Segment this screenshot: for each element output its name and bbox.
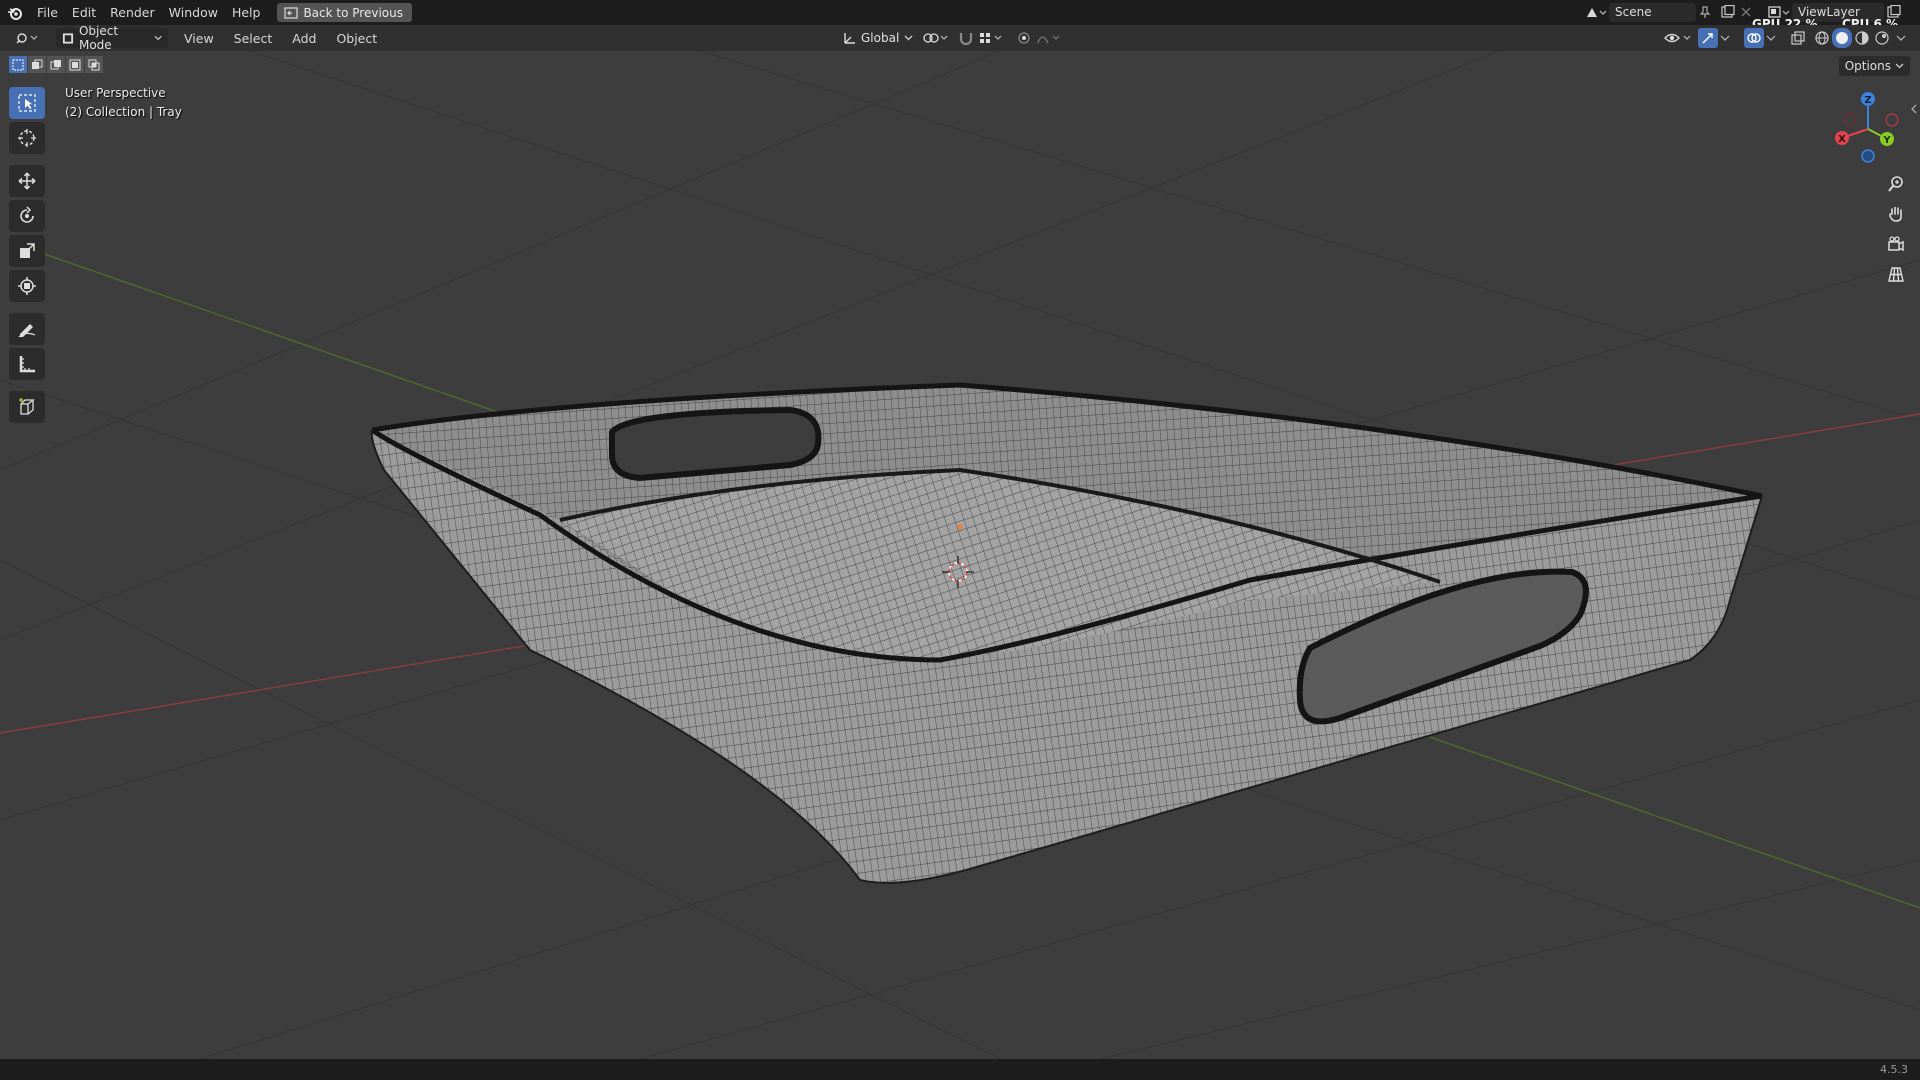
cursor-tool[interactable] xyxy=(9,122,45,154)
transform-orientation-label: Global xyxy=(861,31,900,45)
gizmo-x-label: X xyxy=(1838,134,1846,145)
menu-file[interactable]: File xyxy=(30,0,65,25)
3d-viewport[interactable]: User Perspective (2) Collection | Tray O… xyxy=(0,51,1920,1059)
object-mode-icon xyxy=(62,32,74,44)
header-menu-add[interactable]: Add xyxy=(282,31,326,46)
scale-tool[interactable] xyxy=(9,235,45,267)
select-box-icon xyxy=(18,94,36,112)
orientation-axes-icon xyxy=(844,33,855,44)
ruler-icon xyxy=(19,356,35,373)
status-bar: 4.5.3 xyxy=(0,1059,1920,1080)
menu-render[interactable]: Render xyxy=(103,0,162,25)
pin-scene-icon[interactable] xyxy=(1696,2,1714,22)
rotate-tool[interactable] xyxy=(9,200,45,232)
cursor-icon xyxy=(18,129,36,147)
camera-icon xyxy=(1888,236,1904,252)
collection-info-label: (2) Collection | Tray xyxy=(65,105,182,119)
snap-toggle-icon[interactable] xyxy=(956,28,976,48)
transform-icon xyxy=(18,277,36,295)
viewport-header: Object Mode View Select Add Object Globa… xyxy=(0,24,1920,52)
tool-shelf xyxy=(9,87,47,426)
select-new-icon[interactable] xyxy=(9,56,27,73)
select-box-tool[interactable] xyxy=(9,87,45,119)
measure-tool[interactable] xyxy=(9,348,45,380)
chevron-down-icon xyxy=(1895,63,1904,69)
camera-view-button[interactable] xyxy=(1880,230,1912,258)
add-cube-tool[interactable] xyxy=(9,391,45,423)
select-invert-icon[interactable] xyxy=(66,56,84,73)
falloff-curve-icon[interactable] xyxy=(1034,28,1066,48)
rendered-shading-icon[interactable] xyxy=(1872,28,1892,48)
menu-window[interactable]: Window xyxy=(162,0,225,25)
annotate-tool[interactable] xyxy=(9,313,45,345)
mode-label: Object Mode xyxy=(78,24,119,52)
xray-toggle-icon[interactable] xyxy=(1788,28,1808,48)
object-origin xyxy=(957,524,963,530)
scale-icon xyxy=(20,243,35,258)
viewport-scene[interactable] xyxy=(0,51,1920,1059)
overlays-dropdown-icon[interactable] xyxy=(1764,28,1778,48)
select-subtract-icon[interactable] xyxy=(47,56,65,73)
zoom-icon xyxy=(1888,176,1903,192)
move-icon xyxy=(18,172,36,190)
toggle-perspective-button[interactable] xyxy=(1880,260,1912,288)
add-cube-icon xyxy=(19,398,35,415)
zoom-view-button[interactable] xyxy=(1880,170,1912,198)
menu-edit[interactable]: Edit xyxy=(65,0,103,25)
gizmo-y-label: Y xyxy=(1882,135,1891,146)
wireframe-shading-icon[interactable] xyxy=(1812,28,1832,48)
mode-dropdown[interactable]: Object Mode xyxy=(56,24,168,52)
pencil-icon xyxy=(18,324,36,338)
hand-icon xyxy=(1889,206,1902,222)
navigation-gizmo[interactable]: Z X Y xyxy=(1826,87,1910,167)
grid-perspective-icon xyxy=(1888,267,1904,282)
proportional-editing-icon[interactable] xyxy=(1014,28,1034,48)
header-menu-view[interactable]: View xyxy=(174,31,224,46)
back-to-previous-button[interactable]: Back to Previous xyxy=(277,3,412,22)
gizmo-z-label: Z xyxy=(1864,95,1871,106)
scene-name: Scene xyxy=(1615,5,1652,19)
scene-icon[interactable] xyxy=(1583,2,1609,22)
select-extend-icon[interactable] xyxy=(28,56,46,73)
blender-logo-icon[interactable] xyxy=(0,0,30,25)
sidebar-toggle-icon[interactable] xyxy=(1908,99,1920,119)
show-gizmo-icon[interactable] xyxy=(1698,28,1718,48)
pan-view-button[interactable] xyxy=(1880,200,1912,228)
menu-help[interactable]: Help xyxy=(225,0,268,25)
shading-dropdown-icon[interactable] xyxy=(1894,28,1908,48)
pivot-point-icon[interactable] xyxy=(920,28,952,48)
back-to-previous-label: Back to Previous xyxy=(303,5,403,20)
new-scene-icon[interactable] xyxy=(1718,2,1738,22)
chevron-down-icon xyxy=(154,35,162,41)
top-bar: File Edit Render Window Help Back to Pre… xyxy=(0,0,1920,31)
header-menu-select[interactable]: Select xyxy=(224,31,283,46)
editor-type-icon[interactable] xyxy=(12,28,44,48)
snap-increment-icon[interactable] xyxy=(976,28,1006,48)
transform-orientation-dropdown[interactable]: Global xyxy=(836,28,922,48)
rotate-icon xyxy=(20,206,34,223)
move-tool[interactable] xyxy=(9,165,45,197)
show-overlays-icon[interactable] xyxy=(1744,28,1764,48)
transform-tool[interactable] xyxy=(9,270,45,302)
chevron-down-icon xyxy=(904,35,913,41)
object-type-visibility-icon[interactable] xyxy=(1662,28,1696,48)
tray-mesh[interactable] xyxy=(370,382,1763,884)
scene-name-field[interactable]: Scene xyxy=(1609,2,1696,22)
options-label: Options xyxy=(1844,59,1891,73)
gizmo-dropdown-icon[interactable] xyxy=(1718,28,1732,48)
material-preview-icon[interactable] xyxy=(1852,28,1872,48)
selection-mode-buttons xyxy=(9,56,103,73)
select-intersect-icon[interactable] xyxy=(85,56,103,73)
options-dropdown[interactable]: Options xyxy=(1838,56,1910,76)
view-perspective-label: User Perspective xyxy=(65,86,166,100)
solid-shading-icon[interactable] xyxy=(1832,28,1852,48)
version-label: 4.5.3 xyxy=(1880,1063,1908,1076)
back-screen-icon xyxy=(284,6,299,19)
header-menu-object[interactable]: Object xyxy=(326,31,387,46)
